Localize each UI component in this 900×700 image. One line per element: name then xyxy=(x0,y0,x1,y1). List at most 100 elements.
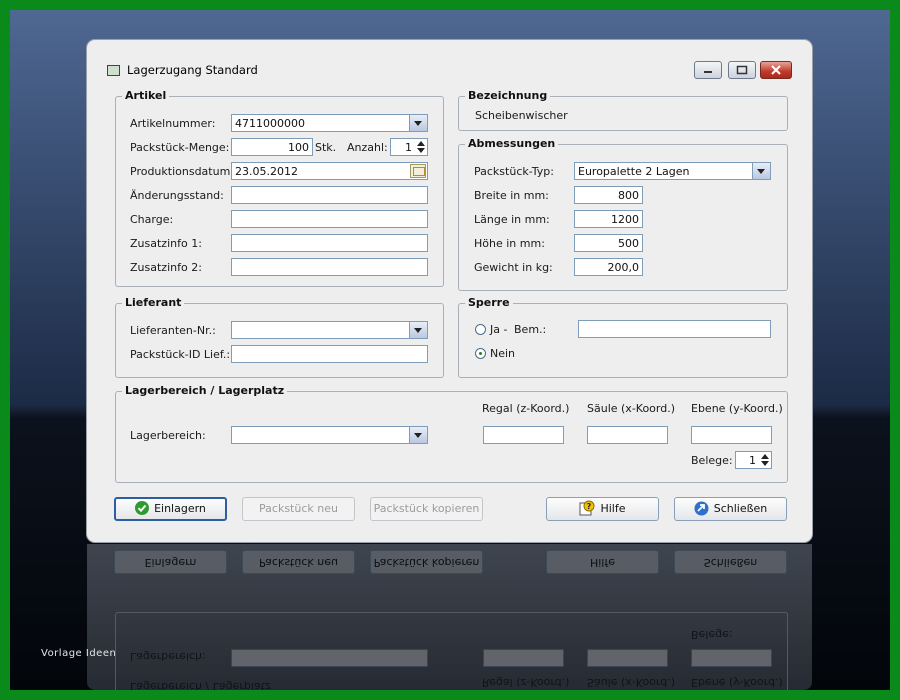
packstueck-id-label: Packstück-ID Lief.: xyxy=(130,348,231,361)
reflection-saeule-label: Säule (x-Koord.) xyxy=(587,676,676,689)
sperre-nein-label[interactable]: Nein xyxy=(490,347,515,360)
hoehe-field[interactable]: 500 xyxy=(574,234,643,252)
reflection-lagerbereich-combobox xyxy=(231,649,428,667)
hoehe-label: Höhe in mm: xyxy=(474,237,545,250)
reflection-lagerbereich-group: Lagerbereich / Lagerplatz Regal (z-Koord… xyxy=(115,612,788,690)
window-title: Lagerzugang Standard xyxy=(127,63,258,77)
zusatzinfo1-label: Zusatzinfo 1: xyxy=(130,237,202,250)
abmessungen-group: Abmessungen Packstück-Typ: Europalette 2… xyxy=(458,137,788,291)
lieferant-legend: Lieferant xyxy=(122,296,185,309)
reflection-hilfe-button: Hilfe xyxy=(546,550,659,574)
lagerbereich-combobox[interactable] xyxy=(231,426,428,444)
bezeichnung-value: Scheibenwischer xyxy=(475,109,568,122)
hilfe-button[interactable]: ? Hilfe xyxy=(546,497,659,521)
packstueck-typ-value: Europalette 2 Lagen xyxy=(578,165,690,178)
einlagern-label: Einlagern xyxy=(154,502,206,515)
close-button[interactable] xyxy=(760,61,792,79)
aenderungsstand-label: Änderungsstand: xyxy=(130,189,224,202)
zusatzinfo1-field[interactable] xyxy=(231,234,428,252)
dropdown-arrow-icon[interactable] xyxy=(409,427,427,443)
zusatzinfo2-label: Zusatzinfo 2: xyxy=(130,261,202,274)
packstueck-id-field[interactable] xyxy=(231,345,428,363)
einlagern-button[interactable]: Einlagern xyxy=(114,497,227,521)
produktionsdatum-label: Produktionsdatum: xyxy=(130,165,235,178)
sperre-ja-radio[interactable] xyxy=(475,324,486,335)
stueck-unit-label: Stk. xyxy=(315,141,337,154)
packstueck-menge-label: Packstück-Menge: xyxy=(130,141,230,154)
reflection-ebene-field xyxy=(691,649,772,667)
maximize-icon xyxy=(736,65,748,75)
minimize-icon xyxy=(704,71,712,73)
reflection-regal-field xyxy=(483,649,564,667)
dropdown-arrow-icon[interactable] xyxy=(409,322,427,338)
lieferanten-nr-label: Lieferanten-Nr.: xyxy=(130,324,216,337)
artikel-legend: Artikel xyxy=(122,89,170,102)
gewicht-field[interactable]: 200,0 xyxy=(574,258,643,276)
regal-label: Regal (z-Koord.) xyxy=(482,402,570,415)
reflection-regal-label: Regal (z-Koord.) xyxy=(482,676,570,689)
saeule-field[interactable] xyxy=(587,426,668,444)
desktop-background: Lagerzugang Standard Artikel Artikelnumm… xyxy=(10,10,890,690)
produktionsdatum-picker[interactable]: 23.05.2012 xyxy=(231,162,428,180)
maximize-button[interactable] xyxy=(728,61,756,79)
artikelnummer-combobox[interactable]: 4711000000 xyxy=(231,114,428,132)
window-app-icon xyxy=(107,65,120,76)
spin-arrows-icon[interactable] xyxy=(759,452,771,468)
reflection-packstueck-neu-button: Packstück neu xyxy=(242,550,355,574)
lagerbereich-legend: Lagerbereich / Lagerplatz xyxy=(122,384,288,397)
schliessen-button[interactable]: Schließen xyxy=(674,497,787,521)
ebene-field[interactable] xyxy=(691,426,772,444)
packstueck-menge-field[interactable]: 100 xyxy=(231,138,313,156)
packstueck-kopieren-button[interactable]: Packstück kopieren xyxy=(370,497,483,521)
sperre-nein-radio[interactable] xyxy=(475,348,486,359)
laenge-label: Länge in mm: xyxy=(474,213,550,226)
spin-arrows-icon[interactable] xyxy=(415,139,427,155)
lieferanten-nr-combobox[interactable] xyxy=(231,321,428,339)
packstueck-neu-button[interactable]: Packstück neu xyxy=(242,497,355,521)
schliessen-label: Schließen xyxy=(713,502,768,515)
bezeichnung-group: Bezeichnung Scheibenwischer xyxy=(458,89,788,131)
exit-arrow-icon xyxy=(694,501,709,515)
packstueck-typ-label: Packstück-Typ: xyxy=(474,165,554,178)
watermark-text: Vorlage Ideen xyxy=(41,648,117,659)
reflection-content: Lagerbereich / Lagerplatz Regal (z-Koord… xyxy=(87,544,812,690)
bemerkung-label: Bem.: xyxy=(514,323,547,336)
checkmark-icon xyxy=(135,501,150,515)
bemerkung-field[interactable] xyxy=(578,320,771,338)
belege-value: 1 xyxy=(749,454,756,467)
sperre-group: Sperre Ja - Bem.: Nein xyxy=(458,296,788,378)
hilfe-label: Hilfe xyxy=(600,502,626,515)
dropdown-arrow-icon[interactable] xyxy=(409,115,427,131)
packstueck-typ-combobox[interactable]: Europalette 2 Lagen xyxy=(574,162,771,180)
gewicht-label: Gewicht in kg: xyxy=(474,261,553,274)
anzahl-stepper[interactable]: 1 xyxy=(390,138,428,156)
zusatzinfo2-field[interactable] xyxy=(231,258,428,276)
regal-field[interactable] xyxy=(483,426,564,444)
svg-text:?: ? xyxy=(587,502,592,511)
breite-label: Breite in mm: xyxy=(474,189,549,202)
charge-field[interactable] xyxy=(231,210,428,228)
reflection-packstueck-kopieren-button: Packstück kopieren xyxy=(370,550,483,574)
dialog-window: Lagerzugang Standard Artikel Artikelnumm… xyxy=(87,40,812,542)
laenge-field[interactable]: 1200 xyxy=(574,210,643,228)
bezeichnung-legend: Bezeichnung xyxy=(465,89,551,102)
aenderungsstand-field[interactable] xyxy=(231,186,428,204)
artikelnummer-value: 4711000000 xyxy=(235,117,305,130)
artikel-group: Artikel Artikelnummer: 4711000000 Packst… xyxy=(115,89,444,287)
abmessungen-legend: Abmessungen xyxy=(465,137,559,150)
title-bar: Lagerzugang Standard xyxy=(87,40,812,79)
dropdown-arrow-icon[interactable] xyxy=(752,163,770,179)
charge-label: Charge: xyxy=(130,213,174,226)
reflection-saeule-field xyxy=(587,649,668,667)
sperre-ja-label[interactable]: Ja - xyxy=(490,323,507,336)
reflection-ebene-label: Ebene (y-Koord.) xyxy=(691,676,783,689)
minimize-button[interactable] xyxy=(694,61,722,79)
calendar-icon[interactable] xyxy=(410,164,426,178)
close-icon xyxy=(771,65,781,75)
anzahl-value: 1 xyxy=(405,141,412,154)
belege-label: Belege: xyxy=(691,454,733,467)
belege-stepper[interactable]: 1 xyxy=(735,451,772,469)
artikelnummer-label: Artikelnummer: xyxy=(130,117,216,130)
breite-field[interactable]: 800 xyxy=(574,186,643,204)
sperre-legend: Sperre xyxy=(465,296,513,309)
